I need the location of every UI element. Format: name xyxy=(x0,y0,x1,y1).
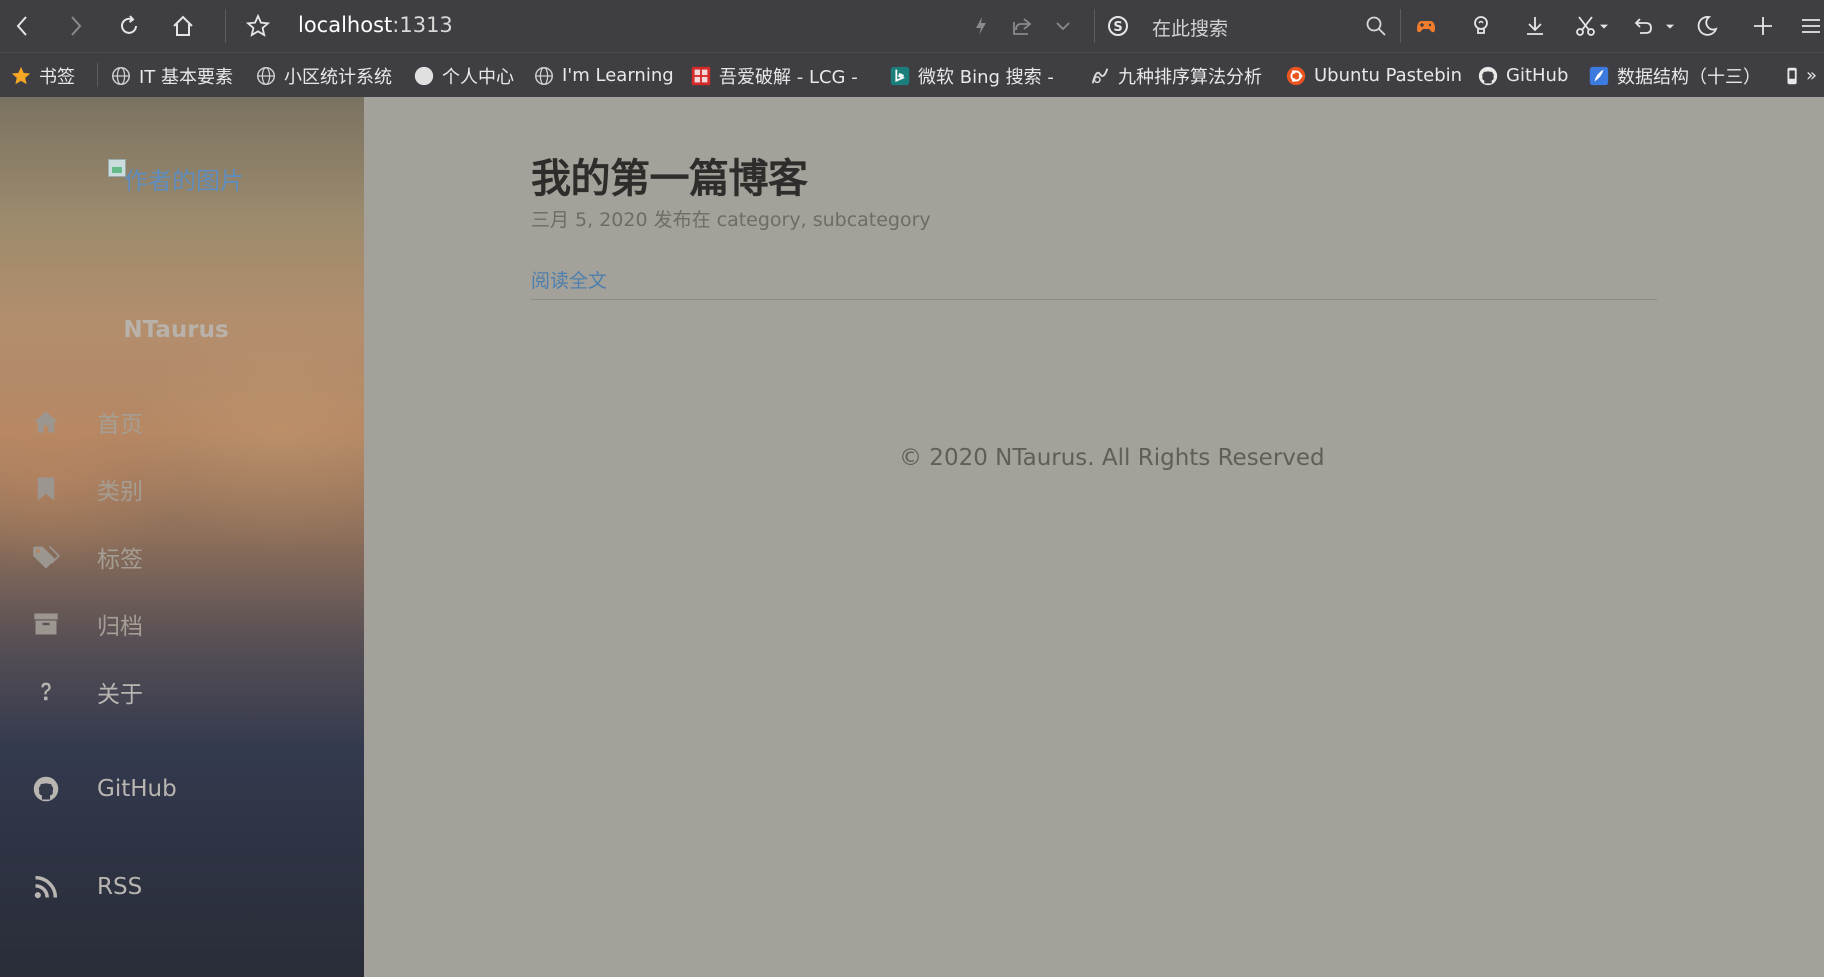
search-icon[interactable] xyxy=(1361,11,1391,41)
bookmark-item[interactable]: 九种排序算法分析 xyxy=(1089,53,1264,98)
question-icon xyxy=(30,676,62,708)
bookmarks-bar: 书签 IT 基本要素 小区统计系统 个人中心 I'm Learning 吾爱破解… xyxy=(0,52,1824,97)
undo-icon[interactable] xyxy=(1628,11,1658,41)
search-engine-icon[interactable]: S xyxy=(1104,11,1134,41)
plus-icon[interactable] xyxy=(1748,11,1778,41)
moon-icon[interactable] xyxy=(1692,11,1722,41)
toolbar-separator xyxy=(1400,9,1401,43)
bookmark-item[interactable]: 个人中心 xyxy=(413,53,514,98)
post-divider xyxy=(531,299,1657,300)
home-icon xyxy=(30,406,62,438)
github-icon xyxy=(30,773,62,805)
archive-icon xyxy=(30,608,62,640)
rss-icon xyxy=(30,871,62,903)
bookmark-item[interactable]: I'm Learning xyxy=(533,53,674,98)
browser-toolbar: localhost:1313 S 在此搜索 xyxy=(0,0,1824,52)
nav-item-rss[interactable]: RSS xyxy=(0,862,364,912)
svg-text:S: S xyxy=(1113,20,1122,35)
nav-item-archive[interactable]: 归档 xyxy=(0,599,364,649)
bookmark-item[interactable]: 吾爱破解 - LCG - xyxy=(690,53,865,98)
share-icon[interactable] xyxy=(1007,11,1037,41)
search-input[interactable]: 在此搜索 xyxy=(1152,14,1228,41)
toolbar-separator xyxy=(225,9,226,43)
sidebar: 作者的图片 NTaurus 首页 类别 标签 归档 关于 GitHub RSS xyxy=(0,97,364,977)
bulb-icon[interactable] xyxy=(1466,11,1496,41)
nav-item-about[interactable]: 关于 xyxy=(0,667,364,717)
undo-menu-icon[interactable] xyxy=(1662,11,1678,41)
feather-icon xyxy=(1588,65,1610,87)
bookmark-separator xyxy=(97,63,98,87)
avatar[interactable]: 作者的图片 xyxy=(108,159,248,249)
bookmark-item-partial[interactable] xyxy=(1782,53,1798,98)
lightning-icon[interactable] xyxy=(966,11,996,41)
globe-icon xyxy=(255,65,277,87)
scissors-menu-icon[interactable] xyxy=(1596,11,1612,41)
site-name[interactable]: NTaurus xyxy=(0,317,352,343)
star-icon xyxy=(10,65,32,87)
toolbar-separator xyxy=(1094,9,1095,43)
bookmark-item[interactable]: 数据结构（十三） xyxy=(1588,53,1763,98)
site-icon xyxy=(1782,65,1798,87)
tags-icon xyxy=(30,541,62,573)
post-meta: 三月 5, 2020 发布在 category, subcategory xyxy=(531,209,931,231)
github-icon xyxy=(1477,65,1499,87)
circle-icon xyxy=(413,65,435,87)
bookmark-item[interactable]: IT 基本要素 xyxy=(110,53,233,98)
site-icon xyxy=(1089,65,1111,87)
globe-icon xyxy=(533,65,555,87)
home-icon[interactable] xyxy=(168,11,198,41)
post-title[interactable]: 我的第一篇博客 xyxy=(531,146,808,204)
reload-icon[interactable] xyxy=(114,11,144,41)
bookmark-icon xyxy=(30,473,62,505)
back-icon[interactable] xyxy=(8,11,38,41)
star-icon[interactable] xyxy=(243,11,273,41)
bookmark-folder[interactable]: 书签 xyxy=(10,53,75,98)
avatar-alt-text: 作者的图片 xyxy=(124,167,244,195)
ubuntu-icon xyxy=(1285,65,1307,87)
nav-item-home[interactable]: 首页 xyxy=(0,397,364,447)
bookmark-item[interactable]: Ubuntu Pastebin xyxy=(1285,53,1462,98)
menu-icon[interactable] xyxy=(1797,11,1823,41)
nav-item-github[interactable]: GitHub xyxy=(0,764,364,814)
nav-item-categories[interactable]: 类别 xyxy=(0,464,364,514)
bookmark-item[interactable]: GitHub xyxy=(1477,53,1568,98)
forward-icon[interactable] xyxy=(60,11,90,41)
footer-copyright: © 2020 NTaurus. All Rights Reserved xyxy=(899,445,1325,471)
download-icon[interactable] xyxy=(1520,11,1550,41)
globe-icon xyxy=(110,65,132,87)
bookmark-item[interactable]: 小区统计系统 xyxy=(255,53,392,98)
game-icon[interactable] xyxy=(1411,11,1441,41)
bookmark-item[interactable]: 微软 Bing 搜索 - xyxy=(889,53,1059,98)
site-icon xyxy=(690,65,712,87)
nav-item-tags[interactable]: 标签 xyxy=(0,532,364,582)
bing-icon xyxy=(889,65,911,87)
bookmarks-overflow-button[interactable]: » xyxy=(1806,53,1817,98)
address-bar[interactable]: localhost:1313 xyxy=(298,13,453,37)
read-more-link[interactable]: 阅读全文 xyxy=(531,266,607,293)
chevron-down-icon[interactable] xyxy=(1048,11,1078,41)
